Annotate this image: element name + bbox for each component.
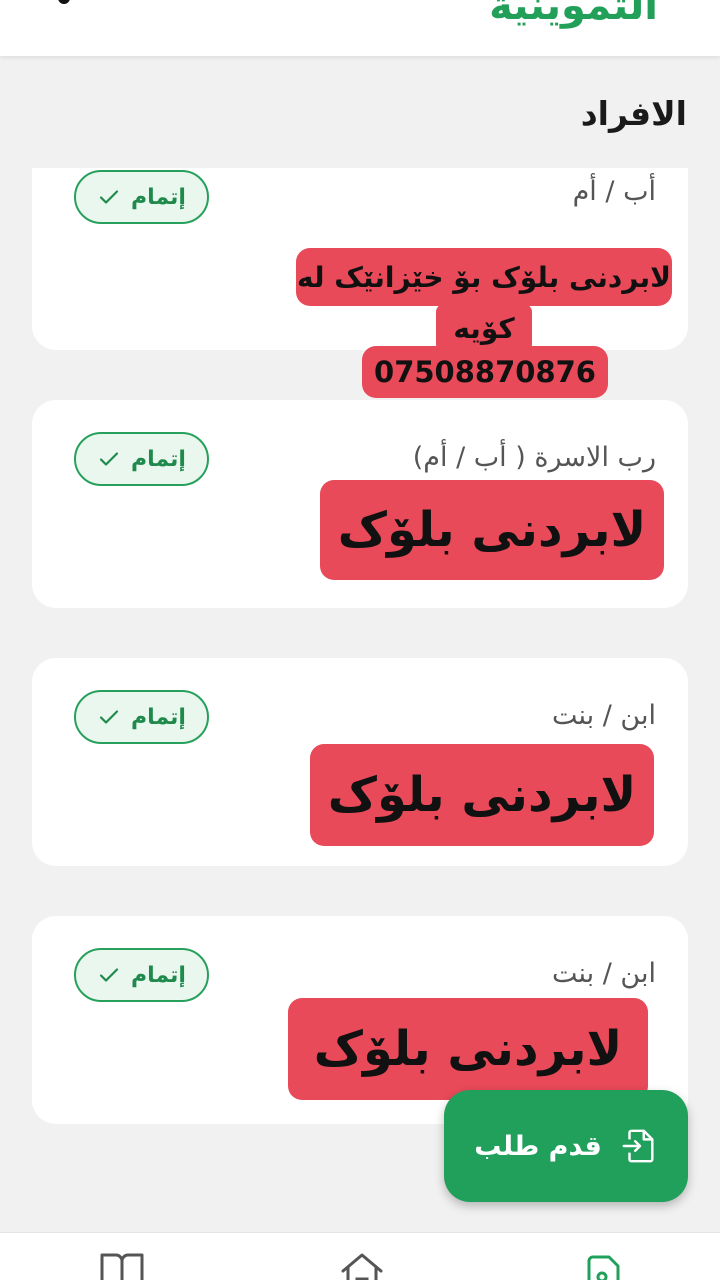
complete-button[interactable]: إتمام xyxy=(74,690,209,744)
home-icon xyxy=(341,1253,383,1280)
members-list[interactable]: أب / أم إتمام رب الاسرة ( أب / أم) إتمام… xyxy=(0,168,720,1230)
file-import-icon xyxy=(622,1129,654,1163)
overlay-ad-line2: کۆیه xyxy=(436,304,532,352)
overlay-ad-line1: لابردنی بلۆک بۆ خێزانێک له xyxy=(296,248,672,306)
check-icon xyxy=(99,710,119,724)
complete-label: إتمام xyxy=(131,704,186,730)
submit-request-button[interactable]: قدم طلب xyxy=(444,1090,688,1202)
overlay-label: لابردنی بلۆک xyxy=(320,480,664,580)
document-icon xyxy=(587,1255,620,1280)
section-title: الافراد xyxy=(580,94,687,133)
nav-item-home[interactable] xyxy=(336,1251,386,1280)
header-title: التموينية xyxy=(489,0,658,29)
member-role: ابن / بنت xyxy=(551,958,656,989)
nav-item-guide[interactable] xyxy=(96,1251,146,1280)
check-icon xyxy=(99,190,119,204)
complete-label: إتمام xyxy=(131,446,186,472)
submit-request-label: قدم طلب xyxy=(474,1130,602,1162)
complete-label: إتمام xyxy=(131,184,186,210)
member-role: رب الاسرة ( أب / أم) xyxy=(412,442,656,473)
complete-button[interactable]: إتمام xyxy=(74,432,209,486)
overlay-label: لابردنی بلۆک xyxy=(288,998,648,1100)
member-role: ابن / بنت xyxy=(551,700,656,731)
bottom-nav xyxy=(0,1232,720,1280)
check-icon xyxy=(99,968,119,982)
nav-item-requests[interactable] xyxy=(578,1251,628,1280)
book-icon xyxy=(100,1253,144,1280)
overlay-label: لابردنی بلۆک xyxy=(310,744,654,846)
app-header: التموينية xyxy=(0,0,720,56)
check-icon xyxy=(99,452,119,466)
overlay-ad-phone: 07508870876 xyxy=(362,346,608,398)
header-menu-dot[interactable] xyxy=(58,0,70,4)
complete-button[interactable]: إتمام xyxy=(74,948,209,1002)
member-role: أب / أم xyxy=(572,176,656,207)
complete-button[interactable]: إتمام xyxy=(74,170,209,224)
complete-label: إتمام xyxy=(131,962,186,988)
